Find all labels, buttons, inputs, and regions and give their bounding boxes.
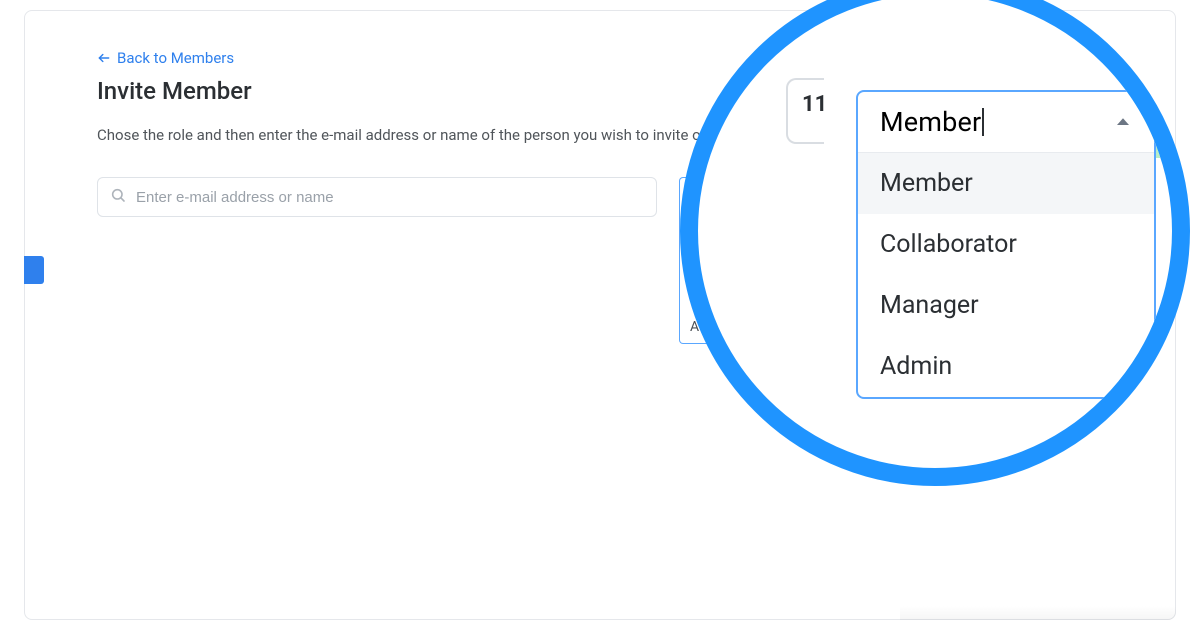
zoom-role-select[interactable]: Member Member Collaborator Manager Admin <box>856 90 1156 399</box>
zoom-role-option[interactable]: Manager <box>858 275 1154 336</box>
zoom-role-option[interactable]: Member <box>858 153 1154 214</box>
invite-search-field[interactable] <box>97 177 657 217</box>
zoom-role-select-field[interactable]: Member <box>858 92 1154 153</box>
text-cursor-icon <box>982 108 984 136</box>
chevron-up-icon <box>1114 113 1132 131</box>
zoom-role-select-value: Member <box>880 106 981 138</box>
back-to-members-link[interactable]: Back to Members <box>97 49 234 67</box>
search-icon <box>110 187 126 207</box>
zoom-highlight: 11 Member Member Collaborator Manager Ad… <box>680 0 1190 486</box>
left-edge-tab[interactable] <box>24 256 44 284</box>
zoom-role-option[interactable]: Collaborator <box>858 214 1154 275</box>
zoom-bg-number: 11 <box>802 92 827 117</box>
arrow-left-icon <box>97 51 111 65</box>
back-link-label: Back to Members <box>117 49 234 67</box>
zoom-role-option[interactable]: Admin <box>858 336 1154 397</box>
invite-search-input[interactable] <box>136 189 644 206</box>
